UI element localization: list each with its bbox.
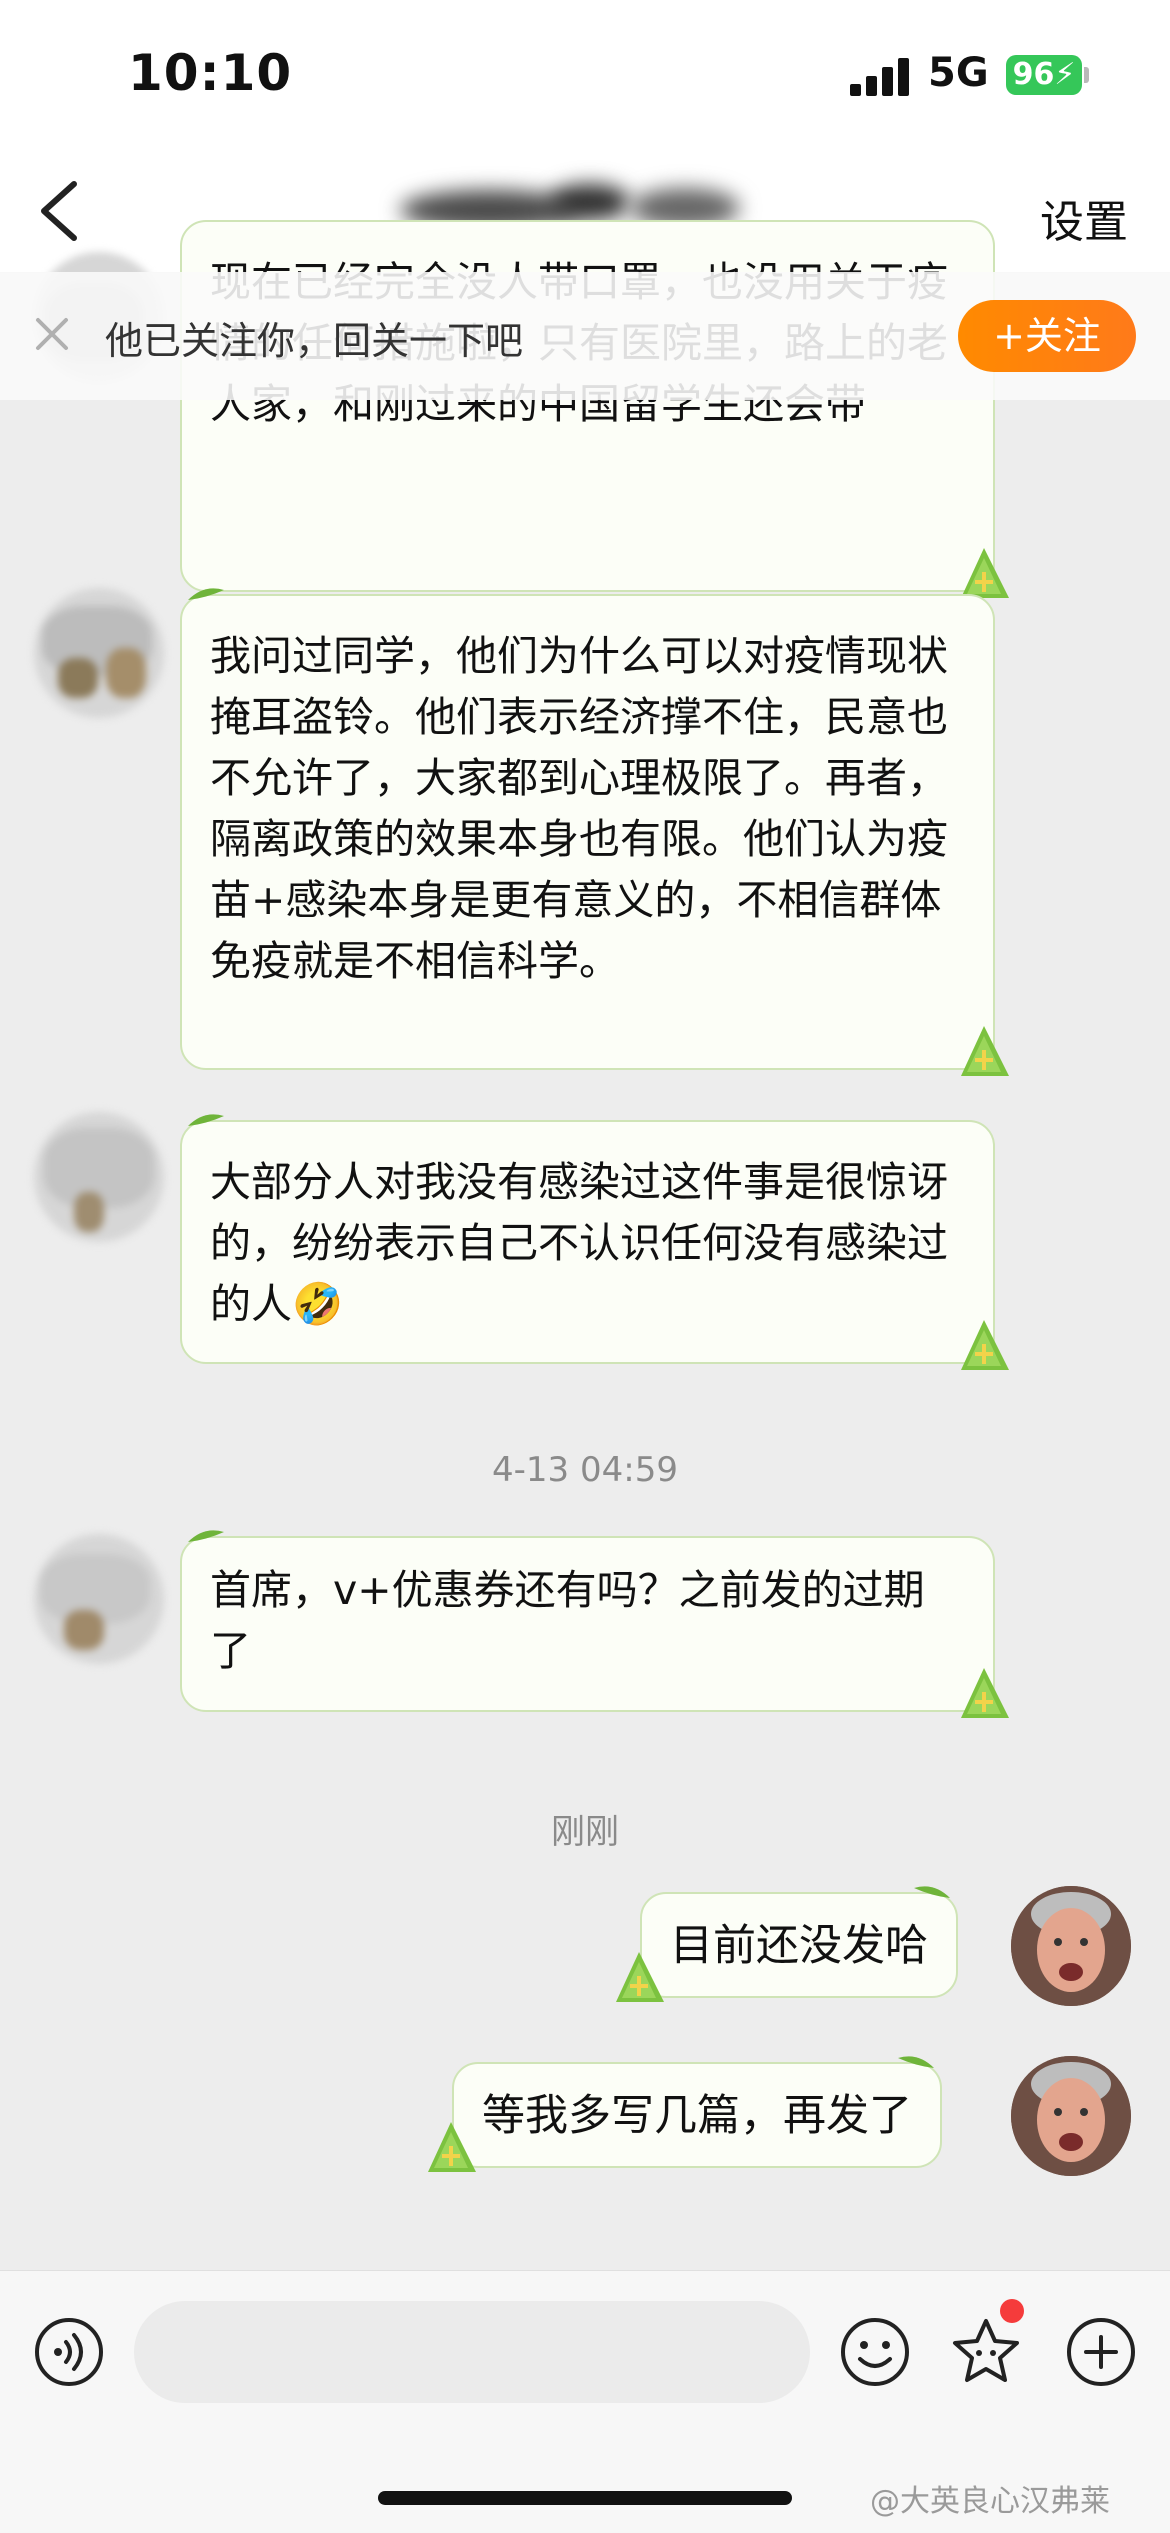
follow-banner: 他已关注你，回关一下吧 +关注	[0, 272, 1170, 400]
settings-button[interactable]: 设置	[1040, 186, 1128, 250]
zongzi-sticker-icon	[961, 1668, 1009, 1718]
message-bubble-incoming[interactable]: 大部分人对我没有感染过这件事是很惊讶的，纷纷表示自己不认识任何没有感染过的人🤣	[180, 1114, 1009, 1370]
message-text: 大部分人对我没有感染过这件事是很惊讶的，纷纷表示自己不认识任何没有感染过的人🤣	[210, 1158, 948, 1328]
portrait-image	[1011, 1886, 1131, 2006]
message-bubble-outgoing[interactable]: 等我多写几篇，再发了	[428, 2056, 942, 2172]
my-avatar[interactable]	[1011, 2056, 1131, 2176]
star-sticker-icon[interactable]	[950, 2315, 1022, 2387]
leaf-decoration-icon	[898, 2056, 934, 2068]
message-bubble-incoming[interactable]: 首席，v+优惠券还有吗？之前发的过期了	[180, 1530, 1009, 1718]
avatar[interactable]	[34, 1534, 164, 1664]
zongzi-sticker-icon	[428, 2122, 476, 2172]
zongzi-sticker-icon	[961, 1320, 1009, 1370]
status-time: 10:10	[128, 44, 293, 102]
battery-tip	[1084, 67, 1089, 83]
voice-icon[interactable]	[34, 2317, 104, 2387]
plus-icon[interactable]	[1066, 2317, 1136, 2387]
home-indicator	[378, 2491, 792, 2505]
message-text: 我问过同学，他们为什么可以对疫情现状掩耳盗铃。他们表示经济撑不住，民意也不允许了…	[210, 632, 948, 985]
message-text: 首席，v+优惠券还有吗？之前发的过期了	[210, 1566, 925, 1675]
emoji-icon[interactable]	[840, 2317, 910, 2387]
timestamp: 4-13 04:59	[492, 1450, 678, 1490]
message-input[interactable]	[134, 2301, 810, 2403]
zongzi-sticker-icon	[616, 1952, 664, 2002]
follow-banner-text: 他已关注你，回关一下吧	[105, 319, 524, 363]
battery-level: 96	[1012, 57, 1055, 92]
leaf-decoration-icon	[914, 1886, 950, 1898]
watermark: @大英良心汉弗莱	[870, 2484, 1110, 2519]
close-icon[interactable]	[30, 312, 74, 356]
message-bubble-outgoing[interactable]: 目前还没发哈	[616, 1886, 958, 2002]
message-bubble-incoming[interactable]: 我问过同学，他们为什么可以对疫情现状掩耳盗铃。他们表示经济撑不住，民意也不允许了…	[180, 588, 1009, 1076]
timestamp: 刚刚	[551, 1812, 619, 1852]
battery-icon: 96⚡	[1006, 55, 1082, 95]
notification-dot	[1000, 2299, 1024, 2323]
chat-area[interactable]: 现在已经完全没人带口罩，也没用关于疫情的任何措施啦，只有医院里，路上的老人家，和…	[0, 220, 1170, 2270]
leaf-decoration-icon	[188, 1530, 224, 1542]
zongzi-sticker-icon	[961, 1026, 1009, 1076]
my-avatar[interactable]	[1011, 1886, 1131, 2006]
avatar[interactable]	[34, 1112, 164, 1242]
portrait-image	[1011, 2056, 1131, 2176]
leaf-decoration-icon	[188, 1114, 224, 1126]
signal-icon	[850, 58, 912, 96]
avatar[interactable]	[34, 588, 164, 718]
message-text: 目前还没发哈	[670, 1921, 928, 1971]
network-type: 5G	[928, 50, 989, 96]
leaf-decoration-icon	[188, 588, 224, 600]
back-arrow-icon[interactable]	[30, 176, 90, 246]
message-text: 等我多写几篇，再发了	[482, 2091, 912, 2141]
follow-button[interactable]: +关注	[958, 300, 1136, 372]
status-bar: 10:10 5G 96⚡	[0, 0, 1170, 150]
